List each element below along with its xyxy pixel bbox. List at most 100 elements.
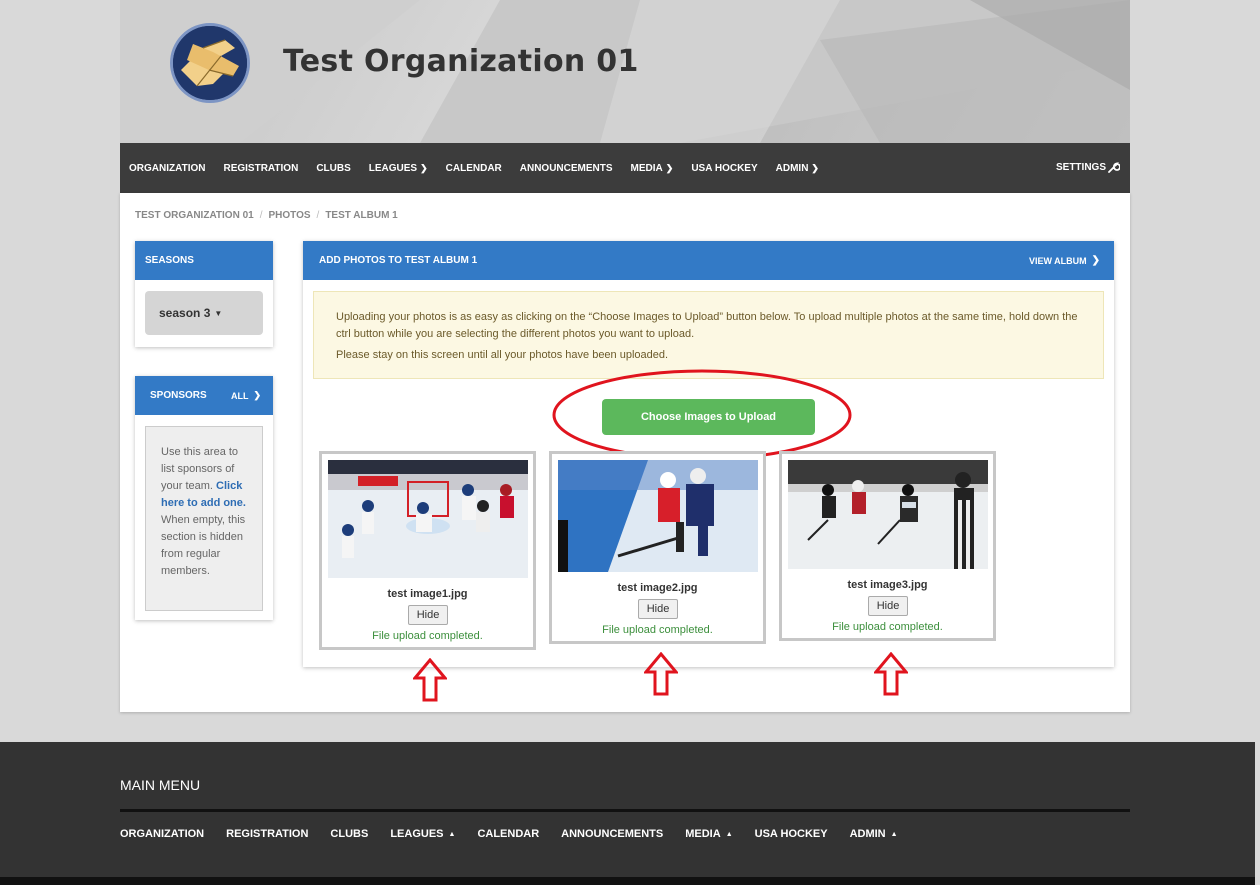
annotation-arrow-up <box>413 658 447 702</box>
add-photos-panel: ADD PHOTOS TO TEST ALBUM 1 VIEW ALBUM ❯ … <box>303 241 1114 667</box>
chevron-down-icon: ❯ <box>420 162 428 173</box>
choose-images-button[interactable]: Choose Images to Upload <box>602 399 815 435</box>
breadcrumb-photos[interactable]: PHOTOS <box>269 210 311 221</box>
footer-nav-label: ORGANIZATION <box>120 828 205 840</box>
footer-nav-label: CALENDAR <box>477 828 540 840</box>
nav-label: CLUBS <box>316 162 351 174</box>
caret-up-icon: ▲ <box>890 830 898 838</box>
breadcrumb-separator: / <box>316 210 320 221</box>
nav-admin[interactable]: ADMIN ❯ <box>776 163 819 174</box>
add-photos-heading: ADD PHOTOS TO TEST ALBUM 1 VIEW ALBUM ❯ <box>303 241 1114 280</box>
season-dropdown[interactable]: season 3 ▼ <box>145 291 263 335</box>
view-album-link[interactable]: VIEW ALBUM ❯ <box>1029 255 1100 266</box>
footer-navigation: ORGANIZATION REGISTRATION CLUBS LEAGUES ▲… <box>120 828 920 840</box>
upload-filename: test image2.jpg <box>617 582 698 594</box>
upload-filename: test image3.jpg <box>847 579 928 591</box>
header-banner: Test Organization 01 <box>120 0 1130 143</box>
nav-label: USA HOCKEY <box>691 162 758 174</box>
footer-nav-label: CLUBS <box>330 828 369 840</box>
nav-settings[interactable]: SETTINGS <box>1056 161 1120 173</box>
footer-nav-label: MEDIA <box>685 828 721 840</box>
nav-label: ORGANIZATION <box>129 162 206 174</box>
nav-announcements[interactable]: ANNOUNCEMENTS <box>520 163 613 174</box>
breadcrumb: TEST ORGANIZATION 01 / PHOTOS / TEST ALB… <box>135 210 398 221</box>
nav-label: MEDIA <box>630 162 663 174</box>
footer-title: MAIN MENU <box>120 777 201 793</box>
caret-down-icon: ▼ <box>214 308 223 318</box>
instructions-warning: Please stay on this screen until all you… <box>336 349 669 361</box>
view-album-label: VIEW ALBUM <box>1028 255 1087 266</box>
nav-calendar[interactable]: CALENDAR <box>446 163 502 174</box>
seasons-panel: SEASONS season 3 ▼ <box>135 241 273 347</box>
footer-nav-label: ANNOUNCEMENTS <box>561 828 664 840</box>
upload-card: test image1.jpg Hide File upload complet… <box>319 451 536 650</box>
sponsors-heading: SPONSORS ALL ❯ <box>135 376 273 415</box>
hide-button[interactable]: Hide <box>408 605 448 625</box>
instructions-text: Uploading your photos is as easy as clic… <box>336 311 1078 340</box>
nav-media[interactable]: MEDIA ❯ <box>631 163 674 174</box>
sponsor-text-hidden: When empty, this section is hidden from … <box>161 514 246 577</box>
sponsors-panel: SPONSORS ALL ❯ Use this area to list spo… <box>135 376 273 620</box>
scrollbar-gutter <box>1255 742 1260 885</box>
upload-instructions: Uploading your photos is as easy as clic… <box>313 291 1104 379</box>
chevron-down-icon: ❯ <box>665 162 674 173</box>
nav-label: REGISTRATION <box>223 162 299 174</box>
settings-label: SETTINGS <box>1055 161 1106 173</box>
wrench-icon <box>1108 162 1120 173</box>
footer-divider <box>120 809 1130 812</box>
seasons-heading: SEASONS <box>135 241 273 280</box>
footer-nav-usa-hockey[interactable]: USA HOCKEY <box>755 828 828 840</box>
footer-nav-announcements[interactable]: ANNOUNCEMENTS <box>561 828 663 840</box>
uploaded-image-2 <box>558 460 758 572</box>
footer-nav-admin[interactable]: ADMIN ▲ <box>850 828 898 840</box>
nav-usa-hockey[interactable]: USA HOCKEY <box>691 163 757 174</box>
upload-card: test image2.jpg Hide File upload complet… <box>549 451 766 644</box>
footer-nav-clubs[interactable]: CLUBS <box>330 828 368 840</box>
sponsor-placeholder: Use this area to list sponsors of your t… <box>145 426 263 611</box>
footer-nav-media[interactable]: MEDIA ▲ <box>685 828 732 840</box>
footer-nav-label: LEAGUES <box>390 828 444 840</box>
nav-label: ANNOUNCEMENTS <box>519 162 613 174</box>
footer-nav-leagues[interactable]: LEAGUES ▲ <box>390 828 455 840</box>
hockey-photo-1 <box>328 460 528 578</box>
sponsors-title: SPONSORS <box>150 390 207 401</box>
breadcrumb-separator: / <box>259 210 263 221</box>
top-navigation: ORGANIZATION REGISTRATION CLUBS LEAGUES ❯… <box>120 143 1130 193</box>
hide-button[interactable]: Hide <box>868 596 908 616</box>
nav-label: CALENDAR <box>445 162 502 174</box>
add-photos-title: ADD PHOTOS TO TEST ALBUM 1 <box>319 255 478 266</box>
uploaded-image-3 <box>788 460 988 569</box>
footer: MAIN MENU ORGANIZATION REGISTRATION CLUB… <box>0 742 1255 885</box>
nav-leagues[interactable]: LEAGUES ❯ <box>369 163 428 174</box>
footer-nav-organization[interactable]: ORGANIZATION <box>120 828 204 840</box>
breadcrumb-album: TEST ALBUM 1 <box>325 210 398 221</box>
annotation-arrow-up <box>874 652 908 696</box>
upload-card: test image3.jpg Hide File upload complet… <box>779 451 996 641</box>
season-label: season 3 <box>159 306 211 320</box>
annotation-arrow-up <box>644 652 678 696</box>
footer-nav-label: ADMIN <box>849 828 886 840</box>
hockey-photo-2 <box>558 460 758 572</box>
sponsors-all-link[interactable]: ALL ❯ <box>231 390 261 401</box>
hide-button[interactable]: Hide <box>638 599 678 619</box>
caret-up-icon: ▲ <box>448 830 456 838</box>
chevron-right-icon: ❯ <box>1091 255 1100 266</box>
chevron-right-icon: ❯ <box>253 390 261 400</box>
footer-nav-calendar[interactable]: CALENDAR <box>477 828 539 840</box>
hockey-photo-3 <box>788 460 988 569</box>
nav-clubs[interactable]: CLUBS <box>316 163 350 174</box>
org-logo[interactable] <box>170 23 250 103</box>
upload-status: File upload completed. <box>832 621 943 633</box>
upload-filename: test image1.jpg <box>387 588 468 600</box>
sponsors-all-label: ALL <box>230 390 249 401</box>
breadcrumb-org[interactable]: TEST ORGANIZATION 01 <box>135 210 254 221</box>
nav-label: ADMIN <box>775 162 809 174</box>
footer-nav-label: USA HOCKEY <box>754 828 828 840</box>
nav-organization[interactable]: ORGANIZATION <box>129 163 205 174</box>
nav-registration[interactable]: REGISTRATION <box>223 163 298 174</box>
upload-status: File upload completed. <box>602 624 713 636</box>
footer-nav-registration[interactable]: REGISTRATION <box>226 828 308 840</box>
caret-up-icon: ▲ <box>725 830 733 838</box>
hands-logo-icon <box>173 26 247 100</box>
upload-status: File upload completed. <box>372 630 483 642</box>
